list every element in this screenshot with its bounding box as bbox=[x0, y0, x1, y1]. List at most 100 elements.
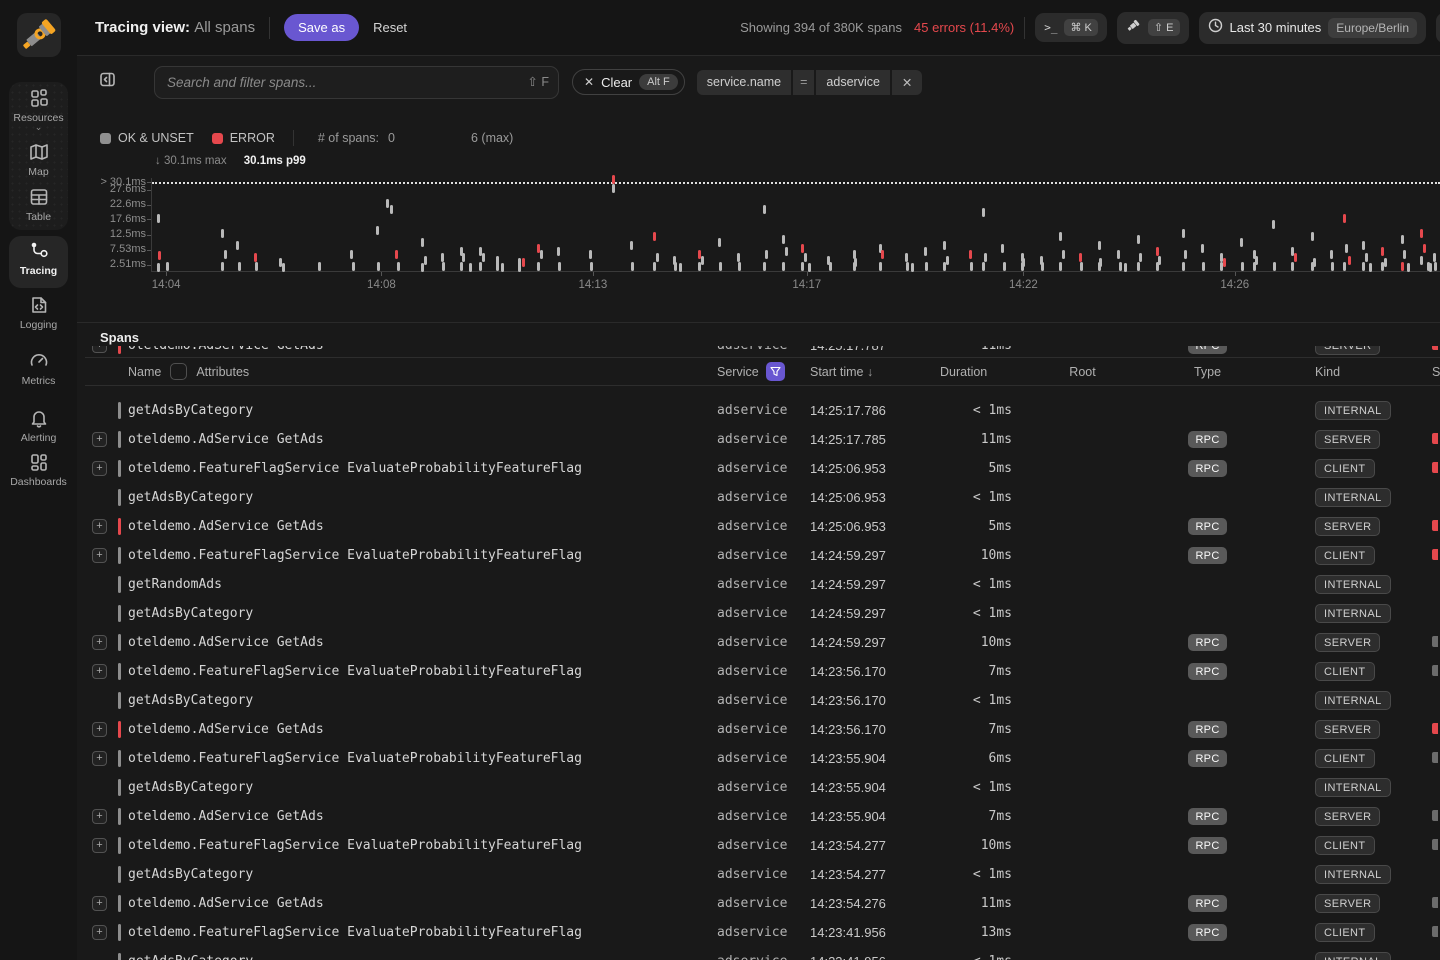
col-name[interactable]: Name bbox=[128, 365, 161, 379]
span-point[interactable] bbox=[804, 253, 807, 262]
span-point[interactable] bbox=[236, 241, 239, 250]
col-status[interactable]: Status bbox=[1415, 365, 1440, 379]
span-point[interactable] bbox=[1362, 241, 1365, 250]
table-row[interactable]: +oteldemo.AdService GetAdsadservice14:23… bbox=[85, 889, 1440, 918]
expand-button[interactable]: + bbox=[92, 809, 107, 824]
span-point[interactable] bbox=[386, 199, 389, 208]
sidebar-item-dashboards[interactable]: Dashboards bbox=[0, 451, 77, 488]
span-point[interactable] bbox=[589, 250, 592, 259]
table-row[interactable]: +getAdsByCategoryadservice14:23:56.170< … bbox=[85, 686, 1440, 715]
span-point[interactable] bbox=[282, 263, 285, 272]
span-point[interactable] bbox=[763, 205, 766, 214]
span-point[interactable] bbox=[970, 262, 973, 271]
span-point[interactable] bbox=[1117, 250, 1120, 259]
span-point[interactable] bbox=[701, 256, 704, 265]
span-point[interactable] bbox=[1080, 262, 1083, 271]
span-point[interactable] bbox=[1240, 238, 1243, 247]
table-row[interactable]: +getAdsByCategoryadservice14:24:59.297< … bbox=[85, 599, 1440, 628]
span-point[interactable] bbox=[1220, 262, 1223, 271]
span-point[interactable] bbox=[352, 262, 355, 271]
span-point[interactable] bbox=[1403, 250, 1406, 259]
expand-button[interactable]: + bbox=[92, 722, 107, 737]
expand-button[interactable]: + bbox=[92, 751, 107, 766]
span-point[interactable] bbox=[1345, 244, 1348, 253]
sidebar-item-map[interactable]: Map bbox=[0, 141, 77, 178]
span-point[interactable] bbox=[1021, 262, 1024, 271]
span-point[interactable] bbox=[1273, 262, 1276, 271]
span-point-error[interactable] bbox=[1294, 253, 1297, 262]
span-point[interactable] bbox=[612, 184, 615, 193]
sidebar-item-resources[interactable]: Resources ⌄ bbox=[0, 87, 77, 130]
span-point[interactable] bbox=[719, 262, 722, 271]
col-kind[interactable]: Kind bbox=[1270, 365, 1415, 379]
span-point[interactable] bbox=[1291, 262, 1294, 271]
span-point[interactable] bbox=[905, 253, 908, 262]
span-point-error[interactable] bbox=[1420, 229, 1423, 238]
table-row[interactable]: +getAdsByCategoryadservice14:25:17.786< … bbox=[85, 396, 1440, 425]
span-point[interactable] bbox=[350, 250, 353, 259]
table-row[interactable]: +oteldemo.FeatureFlagService EvaluatePro… bbox=[85, 918, 1440, 947]
span-point[interactable] bbox=[679, 263, 682, 272]
table-row[interactable]: +oteldemo.FeatureFlagService EvaluatePro… bbox=[85, 744, 1440, 773]
table-row[interactable]: +getAdsByCategoryadservice14:23:41.956< … bbox=[85, 947, 1440, 960]
span-point[interactable] bbox=[424, 256, 427, 265]
span-point[interactable] bbox=[1156, 262, 1159, 271]
span-point[interactable] bbox=[1062, 250, 1065, 259]
span-point[interactable] bbox=[482, 253, 485, 262]
span-point-error[interactable] bbox=[395, 250, 398, 259]
span-point[interactable] bbox=[984, 253, 987, 262]
span-point-error[interactable] bbox=[1348, 256, 1351, 265]
span-point[interactable] bbox=[501, 263, 504, 272]
sidebar-item-tracing[interactable]: Tracing bbox=[0, 240, 77, 277]
span-point-error[interactable] bbox=[1343, 214, 1346, 223]
span-point-error[interactable] bbox=[1223, 258, 1226, 267]
span-point[interactable] bbox=[590, 262, 593, 271]
expand-button[interactable]: + bbox=[92, 346, 107, 353]
span-point[interactable] bbox=[1241, 262, 1244, 271]
span-point[interactable] bbox=[1313, 258, 1316, 267]
span-point-error[interactable] bbox=[1381, 247, 1384, 256]
span-point-error[interactable] bbox=[254, 253, 257, 262]
span-point[interactable] bbox=[801, 262, 804, 271]
command-palette-button[interactable]: >_ ⌘ K bbox=[1035, 13, 1107, 42]
span-point[interactable] bbox=[1201, 244, 1204, 253]
span-point[interactable] bbox=[1003, 262, 1006, 271]
span-point[interactable] bbox=[1255, 256, 1258, 265]
span-point[interactable] bbox=[1253, 262, 1256, 271]
span-point[interactable] bbox=[1041, 262, 1044, 271]
span-point[interactable] bbox=[1433, 253, 1436, 262]
span-point[interactable] bbox=[879, 262, 882, 271]
table-row[interactable]: +getAdsByCategoryadservice14:23:54.277< … bbox=[85, 860, 1440, 889]
span-point[interactable] bbox=[479, 262, 482, 271]
span-point[interactable] bbox=[738, 262, 741, 271]
table-row[interactable]: +oteldemo.FeatureFlagService EvaluatePro… bbox=[85, 831, 1440, 860]
span-point[interactable] bbox=[1098, 241, 1101, 250]
table-row[interactable]: +getAdsByCategoryadservice14:25:06.953< … bbox=[85, 483, 1440, 512]
expand-button[interactable]: + bbox=[92, 925, 107, 940]
span-point[interactable] bbox=[656, 253, 659, 262]
span-point[interactable] bbox=[1158, 256, 1161, 265]
span-point[interactable] bbox=[631, 262, 634, 271]
col-type[interactable]: Type bbox=[1145, 365, 1270, 379]
span-point[interactable] bbox=[1119, 262, 1122, 271]
table-row[interactable]: +oteldemo.AdService GetAdsadservice14:23… bbox=[85, 802, 1440, 831]
col-attributes[interactable]: Attributes bbox=[196, 365, 249, 379]
plot-area[interactable]: 14:0414:0814:1314:1714:2214:26 bbox=[151, 178, 1440, 272]
service-filter-icon[interactable] bbox=[766, 362, 785, 381]
span-point[interactable] bbox=[1098, 262, 1101, 271]
span-point[interactable] bbox=[1420, 256, 1423, 265]
span-point[interactable] bbox=[1001, 244, 1004, 253]
span-point[interactable] bbox=[943, 241, 946, 250]
span-point[interactable] bbox=[496, 262, 499, 271]
sidebar-item-alerting[interactable]: Alerting bbox=[0, 407, 77, 444]
panel-collapse-icon[interactable] bbox=[99, 71, 116, 93]
span-point[interactable] bbox=[1369, 263, 1372, 272]
table-row[interactable]: +oteldemo.FeatureFlagService EvaluatePro… bbox=[85, 541, 1440, 570]
span-point[interactable] bbox=[698, 262, 701, 271]
table-row[interactable]: +oteldemo.AdService GetAdsadservice14:25… bbox=[85, 512, 1440, 541]
app-logo-telescope[interactable] bbox=[17, 13, 61, 57]
span-point[interactable] bbox=[1184, 250, 1187, 259]
span-point[interactable] bbox=[1182, 229, 1185, 238]
col-duration[interactable]: Duration bbox=[935, 365, 1020, 379]
span-point[interactable] bbox=[782, 235, 785, 244]
